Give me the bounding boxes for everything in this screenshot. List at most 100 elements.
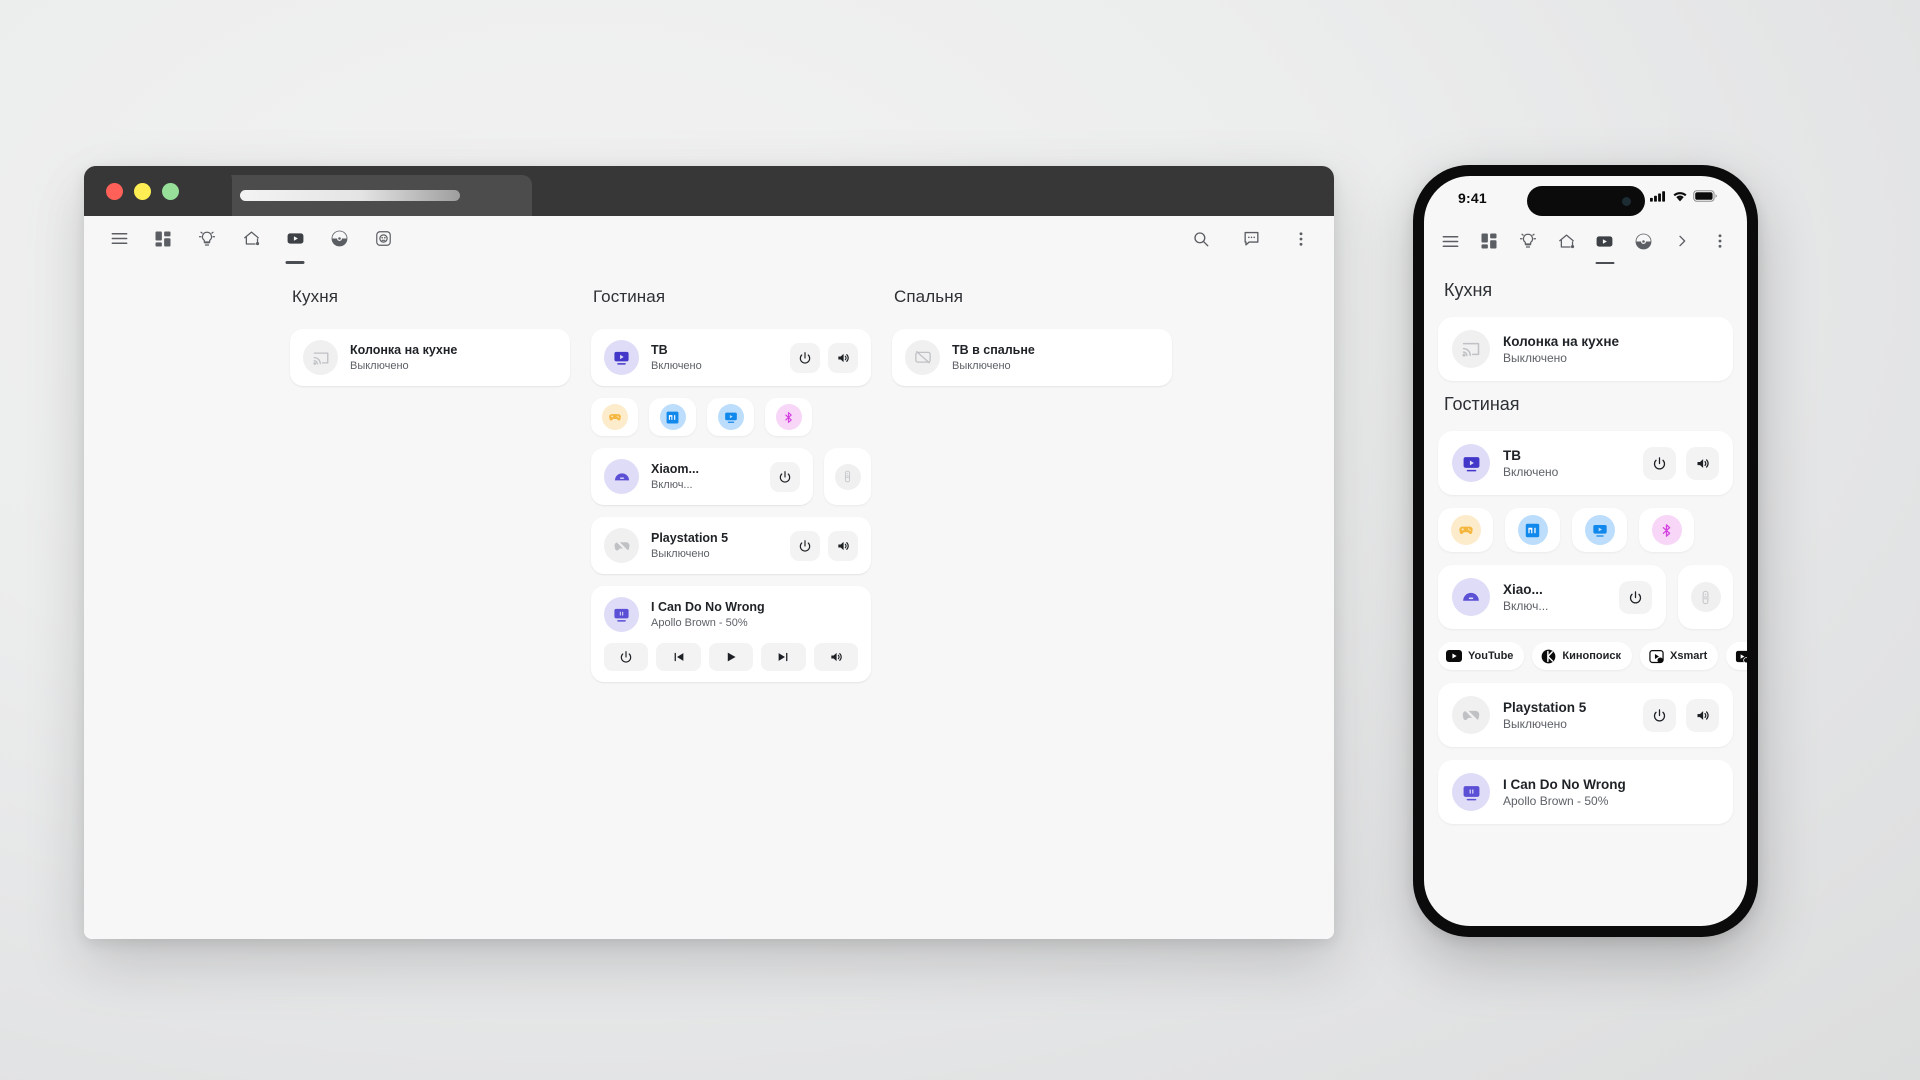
app-tile-bluetooth[interactable] [1639, 508, 1694, 552]
entity-card-tv[interactable]: ТВ Включено [591, 329, 871, 386]
entity-name: Playstation 5 [1503, 699, 1587, 715]
entity-row: Playstation 5 Выключено [591, 517, 871, 574]
remote-card[interactable] [824, 448, 871, 505]
tv-off-icon [905, 340, 940, 375]
area-columns: Кухня Колонка на кухне Выключено Гостина… [84, 287, 1334, 694]
app-tile-gamepad[interactable] [1438, 508, 1493, 552]
entity-text: ТВ в спальне Выключено [952, 343, 1159, 373]
dashboard-page: Кухня Колонка на кухне Выключено Гостина… [84, 261, 1334, 939]
home-thermometer-icon[interactable] [1554, 228, 1580, 254]
menu-icon[interactable] [106, 226, 132, 252]
bluetooth-icon [1651, 515, 1682, 545]
app-tile-tv[interactable] [707, 398, 754, 436]
phone-entity-card-playstation[interactable]: Playstation 5 Выключено [1438, 683, 1733, 747]
media-player-icon[interactable] [282, 226, 308, 252]
minimize-window-button[interactable] [134, 182, 151, 200]
mi-logo-icon [1517, 515, 1548, 545]
app-tile-mi[interactable] [1505, 508, 1560, 552]
app-chip-xsmart[interactable]: Xsmart [1640, 642, 1719, 670]
media-title: I Can Do No Wrong [1503, 776, 1626, 792]
phone-entity-card-vacuum[interactable]: Xiao... Включ... [1438, 565, 1666, 629]
volume-button[interactable] [1686, 698, 1719, 732]
status-time: 9:41 [1458, 190, 1487, 206]
area-title: Гостиная [593, 287, 666, 306]
media-screen-icon [1452, 773, 1490, 811]
power-button[interactable] [1643, 698, 1676, 732]
entity-text: Колонка на кухне Выключено [350, 343, 557, 373]
volume-button[interactable] [828, 530, 858, 561]
app-chip-kinopoisk[interactable]: Кинопоиск [1532, 642, 1633, 670]
close-window-button[interactable] [106, 182, 123, 200]
cast-icon [303, 340, 338, 375]
area-column-kitchen: Кухня Колонка на кухне Выключено [290, 287, 570, 694]
area-column-livingroom: Гостиная ТВ Включено Xiaom... Включ... P… [591, 287, 871, 694]
media-player-icon[interactable] [1592, 228, 1618, 254]
app-chip-num[interactable]: NUM [1726, 642, 1747, 670]
volume-button[interactable] [813, 643, 859, 671]
overflow-menu-icon[interactable] [1288, 226, 1314, 252]
window-controls [84, 166, 232, 216]
volume-button[interactable] [828, 342, 858, 373]
entity-text: Playstation 5 Выключено [1503, 700, 1586, 731]
media-player-card[interactable]: I Can Do No Wrong Apollo Brown - 50% [591, 586, 871, 682]
app-tile-tv[interactable] [1572, 508, 1627, 552]
wifi-icon [1672, 189, 1688, 207]
entity-row: Playstation 5 Выключено [1438, 683, 1733, 747]
power-button[interactable] [790, 342, 820, 373]
vacuum-icon[interactable] [326, 226, 352, 252]
power-button[interactable] [604, 643, 649, 671]
status-icons [1650, 189, 1717, 207]
entity-row: ТВ Включено [591, 329, 871, 386]
entity-card-bedroom-tv[interactable]: ТВ в спальне Выключено [892, 329, 1172, 386]
entity-name: Xiao... [1503, 581, 1543, 597]
app-chip-youtube[interactable]: YouTube [1438, 642, 1525, 670]
lightbulb-icon[interactable] [1515, 228, 1541, 254]
volume-button[interactable] [1686, 446, 1719, 480]
phone-dashboard[interactable]: Кухня Колонка на кухне Выключено Гостина… [1424, 262, 1747, 926]
phone-app-toolbar [1424, 220, 1747, 262]
home-thermometer-icon[interactable] [238, 226, 264, 252]
cast-icon [1452, 330, 1490, 368]
power-button[interactable] [1643, 446, 1676, 480]
entity-name: ТВ [1503, 447, 1521, 463]
gamepad-off-icon [1452, 696, 1490, 734]
power-button[interactable] [790, 530, 820, 561]
browser-tab[interactable] [222, 175, 532, 216]
power-button[interactable] [770, 461, 800, 492]
media-title: I Can Do No Wrong [651, 599, 765, 614]
entity-state: Включено [651, 360, 702, 373]
play-button[interactable] [708, 643, 754, 671]
dashboard-icon[interactable] [150, 226, 176, 252]
vacuum-icon[interactable] [1631, 228, 1657, 254]
phone-entity-card-tv[interactable]: ТВ Включено [1438, 431, 1733, 495]
chevron-right-icon[interactable] [1669, 228, 1695, 254]
entity-card-vacuum[interactable]: Xiaom... Включ... [591, 448, 813, 505]
lightbulb-icon[interactable] [194, 226, 220, 252]
app-tile-bluetooth[interactable] [765, 398, 812, 436]
assist-chat-icon[interactable] [1238, 226, 1264, 252]
phone-media-player-card[interactable]: I Can Do No Wrong Apollo Brown - 50% [1438, 760, 1733, 824]
socket-icon[interactable] [370, 226, 396, 252]
gamepad-off-icon [604, 528, 639, 563]
previous-button[interactable] [656, 643, 701, 671]
search-icon[interactable] [1188, 226, 1214, 252]
overflow-menu-icon[interactable] [1708, 228, 1734, 254]
remote-card[interactable] [1678, 565, 1733, 629]
front-camera-icon [1621, 196, 1631, 206]
entity-state: Включ... [651, 479, 693, 492]
phone-entity-card-kitchen-speaker[interactable]: Колонка на кухне Выключено [1438, 317, 1733, 381]
maximize-window-button[interactable] [162, 182, 179, 200]
app-tile-gamepad[interactable] [591, 398, 638, 436]
entity-actions [770, 461, 800, 492]
entity-card-kitchen-speaker[interactable]: Колонка на кухне Выключено [290, 329, 570, 386]
entity-row: Колонка на кухне Выключено [1438, 317, 1733, 381]
entity-card-playstation[interactable]: Playstation 5 Выключено [591, 517, 871, 574]
entity-name: Колонка на кухне [1503, 333, 1619, 349]
area-column-bedroom: Спальня ТВ в спальне Выключено [892, 287, 1172, 694]
remote-icon [834, 463, 861, 490]
app-tile-mi[interactable] [649, 398, 696, 436]
menu-icon[interactable] [1438, 228, 1464, 254]
next-button[interactable] [761, 643, 806, 671]
power-button[interactable] [1619, 580, 1652, 614]
dashboard-icon[interactable] [1477, 228, 1503, 254]
